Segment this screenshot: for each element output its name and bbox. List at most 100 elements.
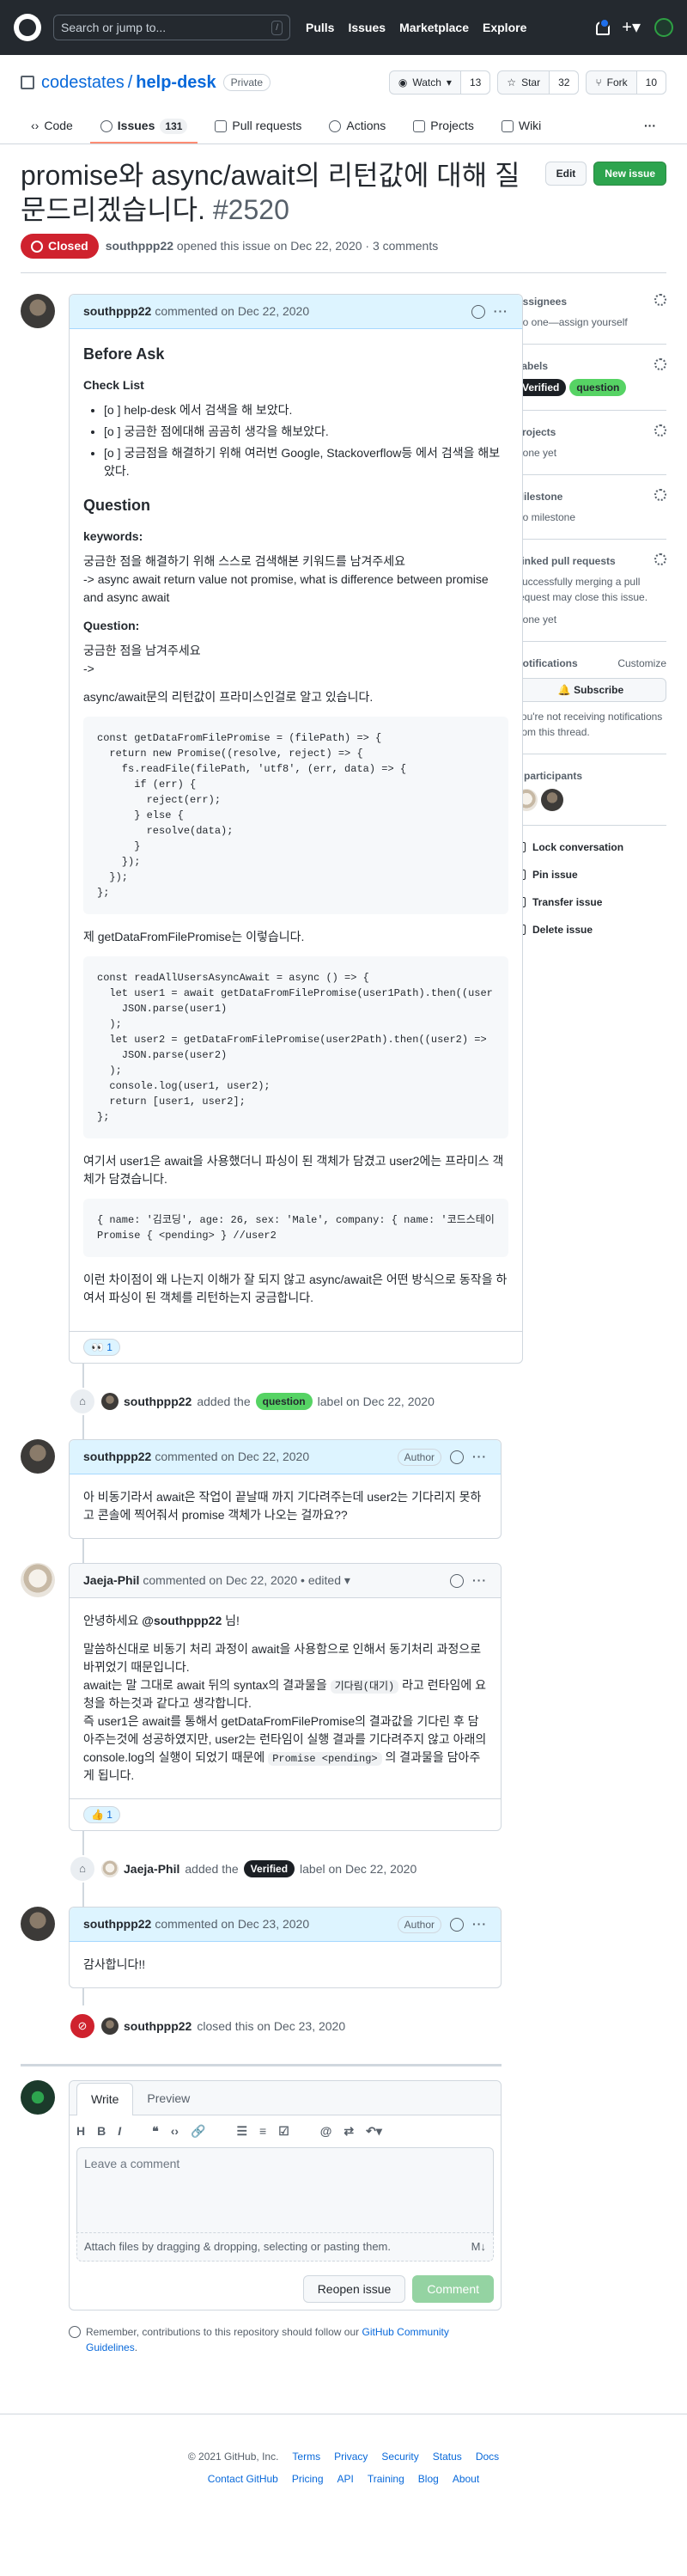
pin-issue-link[interactable]: Pin issue bbox=[515, 867, 666, 882]
heading-icon[interactable]: H bbox=[76, 2122, 85, 2140]
delete-issue-link[interactable]: Delete issue bbox=[515, 922, 666, 937]
add-reaction-icon[interactable] bbox=[450, 1573, 464, 1588]
tab-wiki[interactable]: Wiki bbox=[491, 110, 551, 143]
add-reaction-icon[interactable] bbox=[450, 1917, 464, 1932]
tab-preview[interactable]: Preview bbox=[133, 2083, 204, 2115]
bold-icon[interactable]: B bbox=[97, 2122, 106, 2140]
comment-date[interactable]: commented on Dec 22, 2020 • edited ▾ bbox=[143, 1572, 350, 1590]
tab-actions[interactable]: Actions bbox=[319, 110, 396, 143]
comment-date[interactable]: commented on Dec 22, 2020 bbox=[155, 1448, 309, 1466]
gear-icon[interactable] bbox=[654, 358, 666, 370]
comment-menu-kebab-icon[interactable]: ··· bbox=[472, 1448, 487, 1466]
customize-link[interactable]: Customize bbox=[617, 656, 666, 671]
footer-link-status[interactable]: Status bbox=[433, 2449, 462, 2464]
new-issue-button[interactable]: New issue bbox=[593, 162, 666, 186]
add-reaction-icon[interactable] bbox=[450, 1450, 464, 1464]
repo-name-link[interactable]: help-desk bbox=[136, 70, 216, 95]
event-actor[interactable]: southppp22 bbox=[124, 2017, 192, 2036]
numbered-list-icon[interactable]: ≡ bbox=[259, 2122, 266, 2140]
task-list-icon[interactable]: ☑ bbox=[278, 2122, 289, 2140]
star-count[interactable]: 32 bbox=[550, 71, 579, 94]
footer-link-security[interactable]: Security bbox=[381, 2449, 418, 2464]
footer-link-about[interactable]: About bbox=[453, 2471, 479, 2487]
tab-write[interactable]: Write bbox=[76, 2083, 134, 2115]
comment-date[interactable]: commented on Dec 23, 2020 bbox=[155, 1915, 309, 1933]
notifications-bell-icon[interactable] bbox=[594, 18, 611, 35]
fork-button[interactable]: ⑂ Fork 10 bbox=[586, 70, 666, 95]
lock-conversation-link[interactable]: Lock conversation bbox=[515, 839, 666, 855]
transfer-issue-link[interactable]: Transfer issue bbox=[515, 894, 666, 910]
event-actor[interactable]: southppp22 bbox=[124, 1393, 192, 1411]
comment-submit-button[interactable]: Comment bbox=[412, 2274, 494, 2303]
tab-pull-requests[interactable]: Pull requests bbox=[204, 110, 312, 143]
search-input[interactable]: Search or jump to... / bbox=[53, 15, 290, 40]
markdown-icon[interactable]: M↓ bbox=[471, 2238, 486, 2256]
reopen-issue-button[interactable]: Reopen issue bbox=[302, 2274, 406, 2303]
avatar[interactable] bbox=[21, 1563, 55, 1597]
nav-explore[interactable]: Explore bbox=[483, 19, 526, 37]
assignees-text[interactable]: No one—assign yourself bbox=[515, 314, 666, 330]
gear-icon[interactable] bbox=[654, 489, 666, 501]
footer-link-blog[interactable]: Blog bbox=[418, 2471, 439, 2487]
nav-pulls[interactable]: Pulls bbox=[306, 19, 334, 37]
comment-textarea[interactable]: Leave a comment bbox=[76, 2147, 494, 2233]
user-avatar-menu[interactable] bbox=[654, 18, 673, 37]
reaction-thumbs-up[interactable]: 👍 1 bbox=[83, 1806, 120, 1823]
avatar[interactable] bbox=[21, 2080, 55, 2115]
subscribe-button[interactable]: 🔔 Subscribe bbox=[515, 678, 666, 702]
avatar[interactable] bbox=[541, 789, 563, 811]
avatar[interactable] bbox=[21, 1439, 55, 1474]
footer-link-contact[interactable]: Contact GitHub bbox=[208, 2471, 278, 2487]
tab-projects[interactable]: Projects bbox=[403, 110, 484, 143]
star-button[interactable]: ☆ Star 32 bbox=[497, 70, 580, 95]
watch-button[interactable]: ◉ Watch ▾ 13 bbox=[388, 70, 491, 95]
comment-menu-kebab-icon[interactable]: ··· bbox=[472, 1915, 487, 1933]
avatar[interactable] bbox=[101, 1393, 119, 1410]
link-icon[interactable]: 🔗 bbox=[191, 2122, 205, 2140]
tab-code[interactable]: ‹› Code bbox=[21, 110, 83, 143]
github-logo-icon[interactable] bbox=[14, 14, 41, 41]
code-icon[interactable]: ‹› bbox=[171, 2122, 179, 2140]
nav-issues[interactable]: Issues bbox=[348, 19, 386, 37]
saved-replies-icon[interactable]: ↶▾ bbox=[366, 2122, 382, 2140]
mention-link[interactable]: @southppp22 bbox=[142, 1614, 222, 1627]
label-question[interactable]: question bbox=[569, 379, 627, 396]
watch-count[interactable]: 13 bbox=[460, 71, 490, 94]
nav-marketplace[interactable]: Marketplace bbox=[399, 19, 469, 37]
footer-link-docs[interactable]: Docs bbox=[476, 2449, 499, 2464]
footer-link-privacy[interactable]: Privacy bbox=[334, 2449, 368, 2464]
italic-icon[interactable]: I bbox=[118, 2122, 121, 2140]
comment-author[interactable]: southppp22 bbox=[83, 1915, 151, 1933]
footer-link-pricing[interactable]: Pricing bbox=[292, 2471, 324, 2487]
footer-link-api[interactable]: API bbox=[337, 2471, 354, 2487]
avatar[interactable] bbox=[21, 294, 55, 328]
label-question[interactable]: question bbox=[255, 1393, 313, 1410]
footer-link-training[interactable]: Training bbox=[368, 2471, 404, 2487]
mention-icon[interactable]: @ bbox=[320, 2122, 332, 2140]
event-actor[interactable]: Jaeja-Phil bbox=[124, 1860, 179, 1878]
gear-icon[interactable] bbox=[654, 553, 666, 565]
repo-owner-link[interactable]: codestates bbox=[41, 70, 125, 95]
edit-title-button[interactable]: Edit bbox=[544, 162, 587, 186]
gear-icon[interactable] bbox=[654, 424, 666, 436]
more-tabs-kebab-icon[interactable]: ··· bbox=[634, 110, 666, 143]
reaction-eyes[interactable]: 👀 1 bbox=[83, 1339, 120, 1356]
label-verified[interactable]: Verified bbox=[243, 1860, 295, 1877]
gear-icon[interactable] bbox=[654, 294, 666, 306]
comment-author[interactable]: Jaeja-Phil bbox=[83, 1572, 139, 1590]
fork-count[interactable]: 10 bbox=[636, 71, 666, 94]
bulleted-list-icon[interactable]: ☰ bbox=[236, 2122, 247, 2140]
comment-author[interactable]: southppp22 bbox=[83, 302, 151, 320]
add-reaction-icon[interactable] bbox=[471, 304, 485, 319]
comment-menu-kebab-icon[interactable]: ··· bbox=[472, 1572, 487, 1590]
create-new-plus-icon[interactable]: +▾ bbox=[622, 15, 641, 40]
cross-reference-icon[interactable]: ⇄ bbox=[344, 2122, 354, 2140]
attach-files-area[interactable]: Attach files by dragging & dropping, sel… bbox=[76, 2233, 494, 2262]
avatar[interactable] bbox=[101, 2017, 119, 2035]
issue-author-link[interactable]: southppp22 bbox=[106, 239, 173, 253]
tab-issues[interactable]: Issues 131 bbox=[89, 110, 198, 143]
quote-icon[interactable]: ❝ bbox=[152, 2122, 159, 2140]
comment-author[interactable]: southppp22 bbox=[83, 1448, 151, 1466]
avatar[interactable] bbox=[101, 1860, 119, 1877]
footer-link-terms[interactable]: Terms bbox=[292, 2449, 320, 2464]
